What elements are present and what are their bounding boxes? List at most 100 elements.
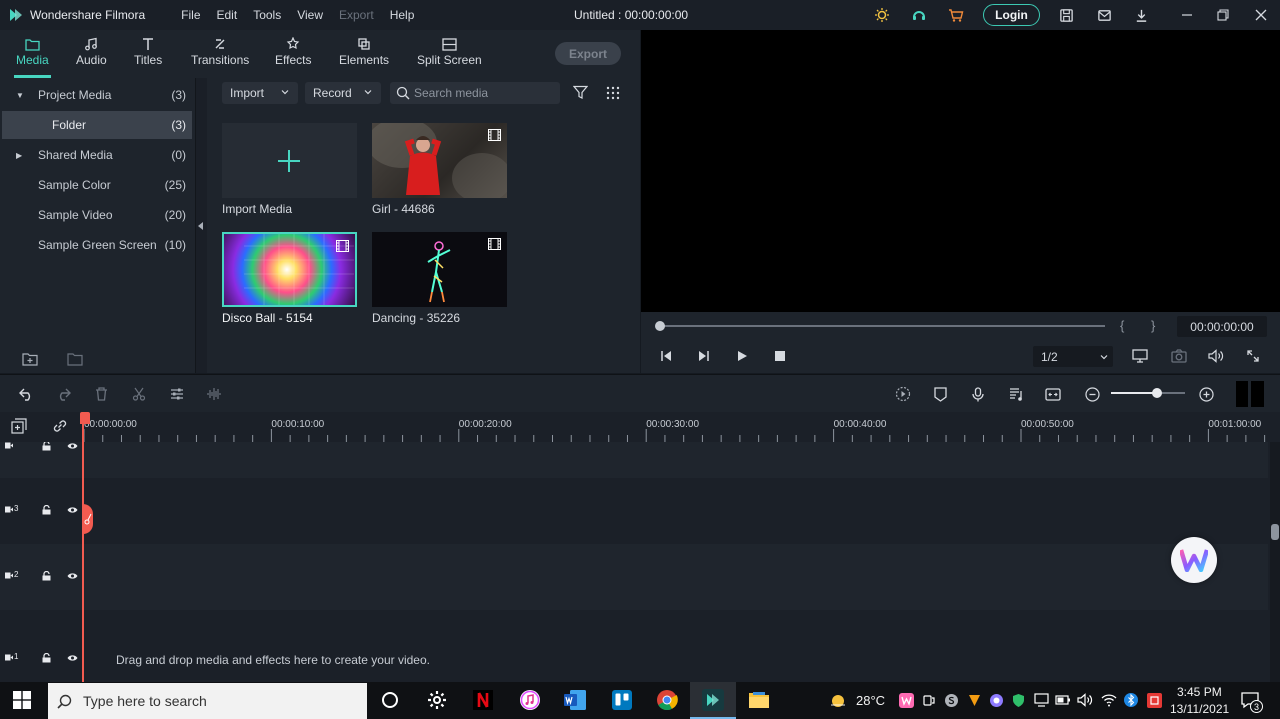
mark-out-brace[interactable]: } — [1151, 318, 1155, 333]
menu-edit[interactable]: Edit — [209, 8, 246, 22]
track-1[interactable]: 1 — [0, 610, 1268, 682]
sidebar-item-sample-green-screen[interactable]: Sample Green Screen (10) — [2, 231, 192, 259]
tab-media[interactable]: Media — [14, 35, 51, 78]
fullscreen-icon[interactable] — [1247, 350, 1259, 362]
undo-icon[interactable] — [17, 385, 35, 403]
floating-assistant-button[interactable] — [1171, 537, 1217, 583]
redo-icon[interactable] — [54, 385, 72, 403]
sidebar-item-sample-video[interactable]: Sample Video (20) — [2, 201, 192, 229]
tab-audio[interactable]: Audio — [76, 35, 107, 67]
restore-icon[interactable] — [1214, 6, 1232, 24]
login-button[interactable]: Login — [983, 4, 1040, 26]
marker-shield-icon[interactable] — [931, 385, 949, 403]
eye-icon[interactable] — [67, 442, 78, 450]
adjust-sliders-icon[interactable] — [168, 385, 186, 403]
menu-tools[interactable]: Tools — [245, 8, 289, 22]
preview-scrubber[interactable] — [655, 321, 1107, 331]
sidebar-item-shared-media[interactable]: ▶ Shared Media (0) — [2, 141, 192, 169]
netflix-icon[interactable] — [471, 688, 495, 712]
chrome-icon[interactable] — [655, 688, 679, 712]
media-thumbnail-disco-ball[interactable] — [222, 232, 357, 307]
display-monitor-icon[interactable] — [1132, 349, 1148, 363]
tab-titles[interactable]: Titles — [134, 35, 162, 67]
microphone-icon[interactable] — [969, 385, 987, 403]
sidebar-item-folder[interactable]: Folder (3) — [2, 111, 192, 139]
close-icon[interactable] — [1252, 6, 1270, 24]
timeline-ruler[interactable]: 00:00:00:00 00:00:10:00 00:00:20:00 00:00:3… — [0, 412, 1280, 442]
sidebar-collapse-strip[interactable] — [196, 78, 207, 373]
menu-view[interactable]: View — [289, 8, 331, 22]
audio-waveform-icon[interactable] — [205, 385, 223, 403]
security-shield-icon[interactable] — [1006, 688, 1030, 712]
render-preview-icon[interactable] — [894, 385, 912, 403]
import-media-tile[interactable] — [222, 123, 357, 198]
add-track-icon[interactable] — [11, 418, 27, 434]
microsoft-word-icon[interactable] — [563, 688, 587, 712]
tab-elements[interactable]: Elements — [339, 35, 389, 67]
windows-start-icon[interactable] — [10, 688, 34, 712]
settings-gear-icon[interactable] — [425, 688, 449, 712]
filter-icon[interactable] — [573, 85, 588, 100]
cut-scissors-icon[interactable] — [130, 385, 148, 403]
link-icon[interactable] — [52, 418, 68, 434]
cart-icon[interactable] — [947, 6, 965, 24]
new-folder-icon[interactable] — [22, 352, 38, 366]
filmora-taskbar-icon[interactable] — [701, 688, 725, 712]
bulb-icon[interactable] — [873, 6, 891, 24]
minimize-icon[interactable] — [1178, 6, 1196, 24]
collapse-arrow-icon[interactable] — [197, 221, 205, 231]
tab-effects[interactable]: Effects — [275, 35, 311, 67]
grid-view-icon[interactable] — [606, 86, 620, 100]
collapsed-arrow-icon[interactable]: ▶ — [16, 151, 22, 160]
quality-dropdown[interactable]: 1/2 — [1033, 346, 1113, 367]
scrubber-handle[interactable] — [655, 321, 665, 331]
clock-date[interactable]: 13/11/2021 — [1170, 702, 1229, 716]
tab-transitions[interactable]: Transitions — [191, 35, 249, 67]
skype-icon[interactable] — [939, 688, 963, 712]
zoom-slider[interactable] — [1111, 388, 1185, 398]
tray-app-w-icon[interactable] — [894, 688, 918, 712]
folder-outline-icon[interactable] — [67, 352, 83, 366]
save-icon[interactable] — [1057, 6, 1075, 24]
expanded-arrow-icon[interactable]: ▼ — [16, 91, 24, 100]
eye-icon[interactable] — [67, 572, 78, 580]
eye-icon[interactable] — [67, 654, 78, 662]
record-dropdown[interactable]: Record — [305, 82, 381, 104]
mail-icon[interactable] — [1095, 6, 1113, 24]
clock-time[interactable]: 3:45 PM — [1177, 685, 1222, 699]
export-button[interactable]: Export — [555, 42, 621, 65]
trello-icon[interactable] — [610, 688, 634, 712]
layout-panel-toggle[interactable] — [1236, 381, 1264, 407]
weather-temperature[interactable]: 28°C — [856, 693, 885, 708]
media-thumbnail-girl[interactable] — [372, 123, 507, 198]
itunes-icon[interactable] — [518, 688, 542, 712]
lock-icon[interactable] — [42, 653, 51, 663]
timeline-scrollbar[interactable] — [1270, 442, 1280, 682]
audio-mixer-icon[interactable] — [1007, 385, 1025, 403]
tray-monitor-icon[interactable] — [1029, 688, 1053, 712]
search-box[interactable] — [390, 82, 560, 104]
lock-icon[interactable] — [42, 442, 51, 451]
zoom-out-icon[interactable] — [1083, 385, 1101, 403]
zoom-slider-handle[interactable] — [1152, 388, 1162, 398]
track-3[interactable]: 3 — [0, 478, 1268, 544]
voiceover-replace-icon[interactable] — [1044, 385, 1062, 403]
stop-icon[interactable] — [775, 351, 785, 361]
speaker-icon[interactable] — [1073, 688, 1097, 712]
tray-red-app-icon[interactable] — [1142, 688, 1166, 712]
tray-circle-app-icon[interactable] — [984, 688, 1008, 712]
download-icon[interactable] — [1132, 6, 1150, 24]
menu-export[interactable]: Export — [331, 8, 382, 22]
search-input[interactable] — [414, 85, 554, 101]
menu-file[interactable]: File — [173, 8, 208, 22]
play-icon[interactable] — [737, 350, 748, 362]
wifi-icon[interactable] — [1097, 688, 1121, 712]
step-forward-icon[interactable] — [698, 350, 710, 362]
support-headset-icon[interactable] — [910, 6, 928, 24]
menu-help[interactable]: Help — [382, 8, 423, 22]
sidebar-item-project-media[interactable]: ▼ Project Media (3) — [2, 81, 192, 109]
timeline-tracks[interactable]: 4 3 2 1 Drag and drop media and effects … — [0, 442, 1280, 682]
tab-split-screen[interactable]: Split Screen — [417, 35, 482, 67]
track-4[interactable]: 4 — [0, 442, 1268, 478]
vlc-cone-icon[interactable] — [962, 688, 986, 712]
